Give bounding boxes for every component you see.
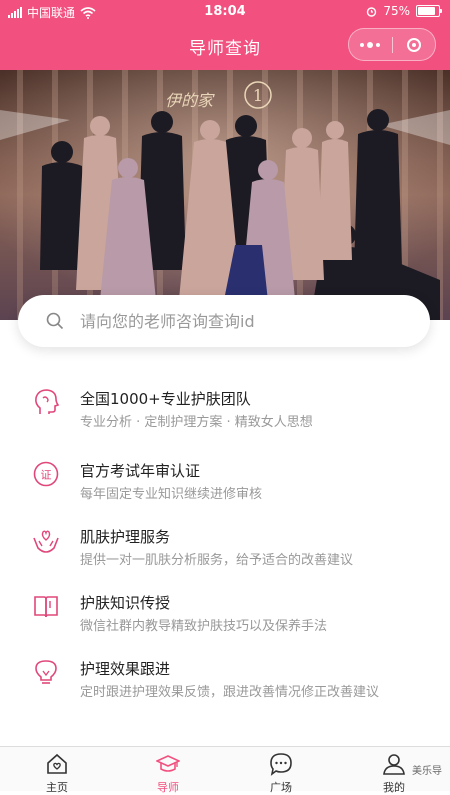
target-circle-icon bbox=[406, 37, 421, 52]
battery-percent: 75% bbox=[383, 4, 410, 18]
tab-label: 我的 bbox=[383, 781, 405, 794]
feature-desc: 微信社群内教导精致护肤技巧以及保养手法 bbox=[80, 619, 328, 634]
tab-square[interactable]: 广场 bbox=[241, 747, 321, 794]
open-book-icon bbox=[34, 596, 58, 618]
lightbulb-icon bbox=[35, 660, 57, 684]
certificate-seal-icon: 证 bbox=[33, 461, 59, 487]
feature-title: 护肤知识传授 bbox=[80, 594, 171, 612]
feature-desc: 专业分析 · 定制护理方案 · 精致女人思想 bbox=[80, 415, 313, 430]
mini-program-capsule bbox=[348, 28, 436, 61]
tab-label: 导师 bbox=[157, 781, 179, 794]
banner-logo-text: 伊的家 bbox=[165, 91, 215, 110]
search-icon bbox=[46, 312, 64, 330]
tab-bar: 主页 导师 广场 我的 bbox=[0, 746, 450, 794]
status-bar: 中国联通 18:04 75% bbox=[0, 0, 450, 24]
battery-icon bbox=[416, 5, 442, 17]
feature-desc: 定时跟进护理效果反馈，跟进改善情况修正改善建议 bbox=[80, 685, 380, 700]
tab-home[interactable]: 主页 bbox=[17, 747, 97, 794]
feature-item: 护理效果跟进 定时跟进护理效果反馈，跟进改善情况修正改善建议 bbox=[0, 650, 450, 710]
feature-item: 证 官方考试年审认证 每年固定专业知识继续进修审核 bbox=[0, 452, 450, 512]
banner-image: 伊的家 1 bbox=[0, 70, 450, 320]
caring-hands-icon bbox=[33, 530, 59, 553]
head-silhouette-icon bbox=[35, 389, 60, 414]
feature-item: 肌肤护理服务 提供一对一肌肤分析服务，给予适合的改善建议 bbox=[0, 518, 450, 578]
feature-title: 官方考试年审认证 bbox=[80, 462, 201, 480]
feature-desc: 提供一对一肌肤分析服务，给予适合的改善建议 bbox=[80, 553, 354, 568]
feature-title: 护理效果跟进 bbox=[80, 660, 171, 678]
graduation-cap-icon bbox=[156, 755, 180, 772]
feature-item: 全国1000+专业护肤团队 专业分析 · 定制护理方案 · 精致女人思想 bbox=[0, 380, 450, 440]
more-dots-icon bbox=[360, 41, 381, 48]
search-input[interactable] bbox=[78, 310, 402, 332]
alarm-icon bbox=[367, 6, 377, 17]
chat-bubble-icon bbox=[270, 753, 292, 776]
feature-title: 肌肤护理服务 bbox=[80, 528, 171, 546]
svg-text:1: 1 bbox=[253, 86, 263, 105]
feature-desc: 每年固定专业知识继续进修审核 bbox=[80, 487, 263, 502]
tab-label: 主页 bbox=[46, 781, 68, 794]
watermark: 美乐导 bbox=[412, 766, 442, 777]
close-button[interactable] bbox=[393, 29, 436, 60]
feature-title: 全国1000+专业护肤团队 bbox=[80, 390, 251, 408]
user-icon bbox=[383, 754, 405, 775]
feature-item: 护肤知识传授 微信社群内教导精致护肤技巧以及保养手法 bbox=[0, 584, 450, 644]
search-bar[interactable] bbox=[18, 295, 430, 347]
svg-text:证: 证 bbox=[41, 469, 52, 482]
home-icon bbox=[47, 753, 67, 774]
tab-label: 广场 bbox=[270, 781, 292, 794]
tab-mentor[interactable]: 导师 bbox=[128, 747, 208, 794]
more-button[interactable] bbox=[349, 29, 392, 60]
